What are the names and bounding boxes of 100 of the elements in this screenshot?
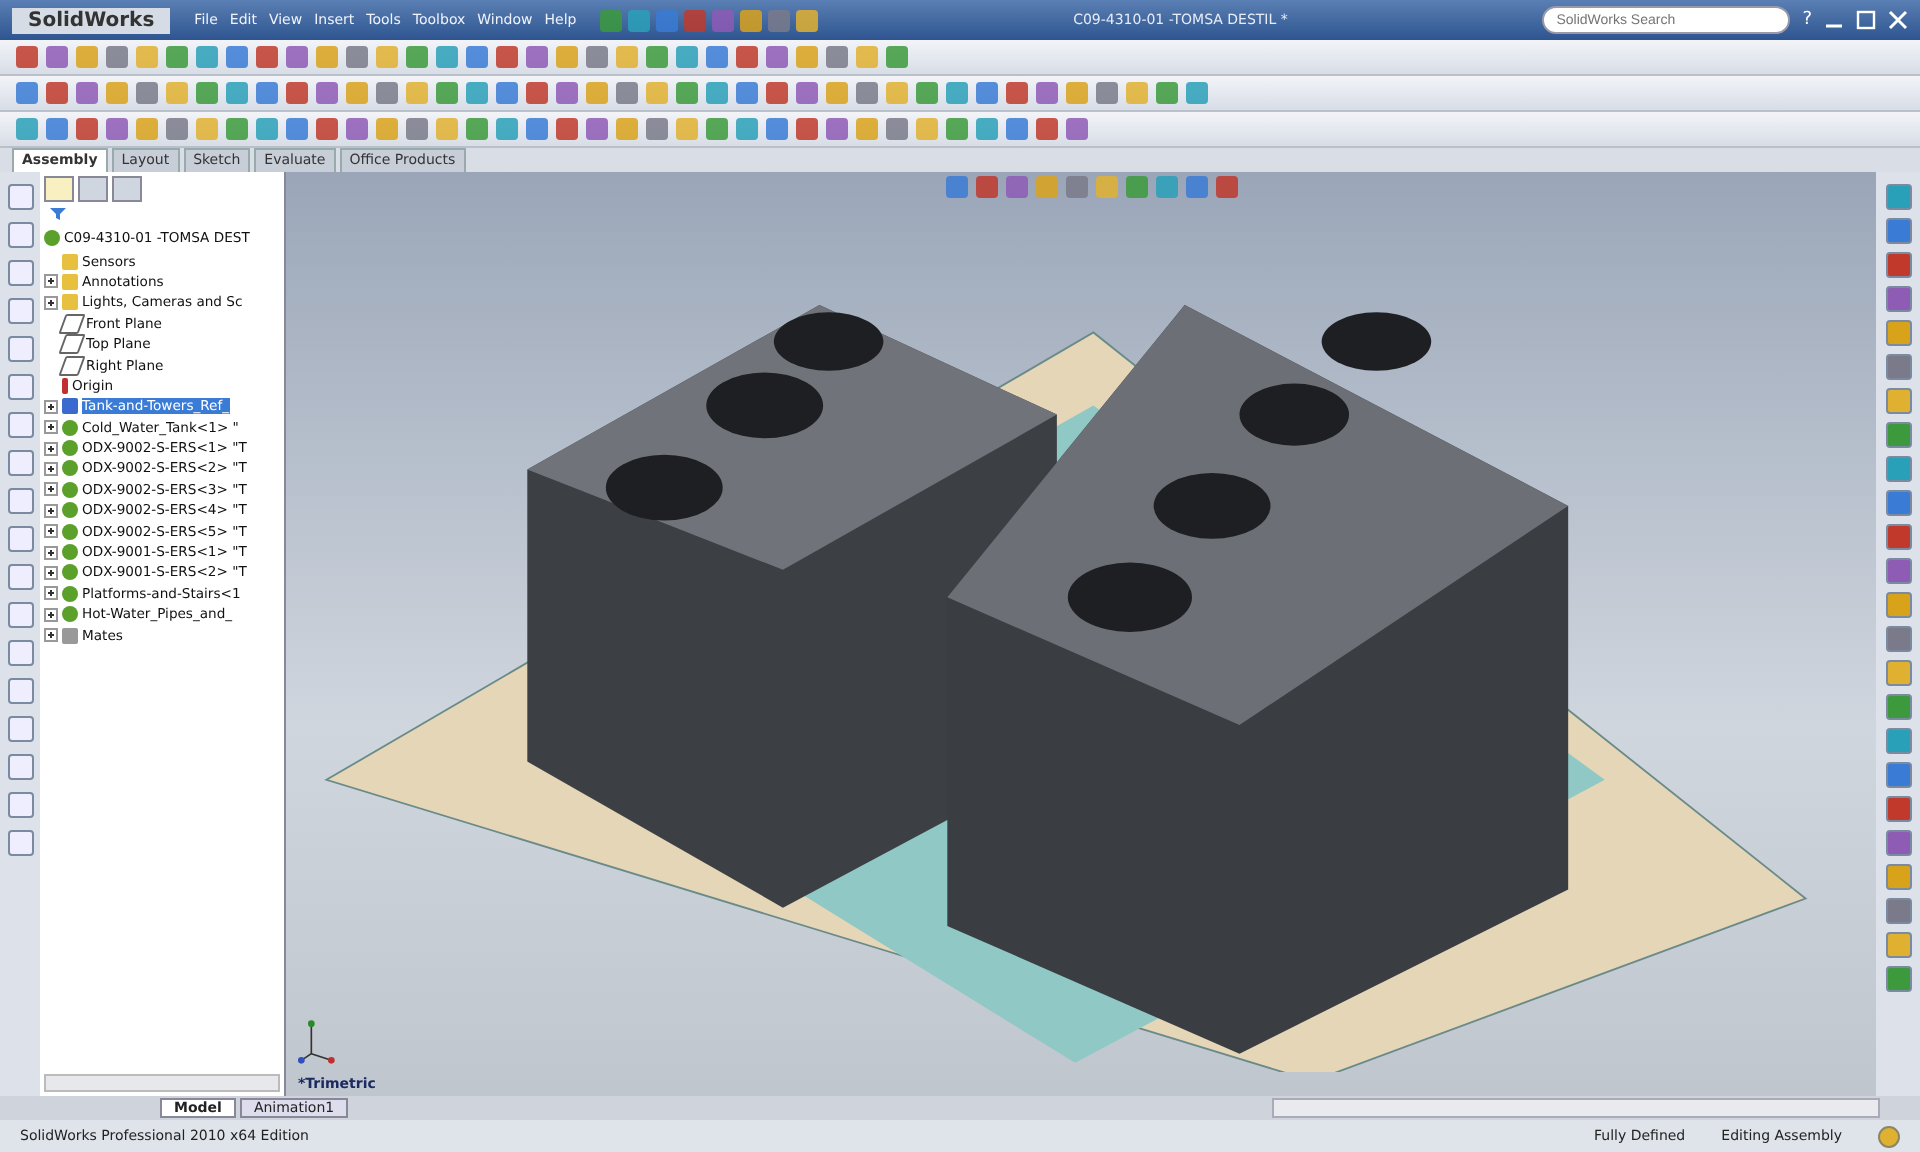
toolbar-icon[interactable] [616,118,638,140]
toolbar-icon[interactable] [46,118,68,140]
toolbar-icon[interactable] [856,46,878,68]
toolbar-icon[interactable] [916,82,938,104]
rebuild-icon[interactable] [1878,1125,1900,1147]
task-pane-icon[interactable] [1885,354,1911,380]
toolbar-icon[interactable] [106,118,128,140]
filter-icon[interactable] [48,206,72,222]
sketch-tool-icon[interactable] [7,260,33,286]
task-pane-icon[interactable] [1885,694,1911,720]
expand-icon[interactable] [44,524,58,539]
toolbar-icon[interactable] [256,46,278,68]
toolbar-icon[interactable] [526,82,548,104]
view-toolbar-icon[interactable] [1096,176,1118,198]
task-pane-icon[interactable] [1885,286,1911,312]
toolbar-icon[interactable] [766,46,788,68]
toolbar-icon[interactable] [676,46,698,68]
expand-icon[interactable] [44,586,58,601]
sketch-tool-icon[interactable] [7,716,33,742]
toolbar-icon[interactable] [466,118,488,140]
toolbar-icon[interactable] [768,9,791,31]
toolbar-icon[interactable] [1096,82,1118,104]
horizontal-scrollbar[interactable] [1272,1098,1880,1118]
toolbar-icon[interactable] [16,82,38,104]
task-pane-icon[interactable] [1885,626,1911,652]
task-pane-icon[interactable] [1885,184,1911,210]
sketch-tool-icon[interactable] [7,450,33,476]
toolbar-icon[interactable] [676,118,698,140]
view-toolbar-icon[interactable] [1186,176,1208,198]
toolbar-icon[interactable] [586,82,608,104]
toolbar-icon[interactable] [376,118,398,140]
toolbar-icon[interactable] [1156,82,1178,104]
help-button[interactable]: ? [1802,10,1812,30]
sketch-tool-icon[interactable] [7,526,33,552]
toolbar-icon[interactable] [76,46,98,68]
toolbar-icon[interactable] [466,46,488,68]
toolbar-icon[interactable] [46,82,68,104]
expand-icon[interactable] [44,274,58,289]
toolbar-icon[interactable] [136,46,158,68]
toolbar-icon[interactable] [766,118,788,140]
expand-icon[interactable] [44,461,58,476]
toolbar-icon[interactable] [976,82,998,104]
toolbar-icon[interactable] [436,82,458,104]
toolbar-icon[interactable] [1036,82,1058,104]
toolbar-icon[interactable] [376,82,398,104]
toolbar-icon[interactable] [616,82,638,104]
toolbar-icon[interactable] [136,82,158,104]
toolbar-icon[interactable] [586,118,608,140]
expand-icon[interactable] [44,628,58,643]
expand-icon[interactable] [44,420,58,435]
toolbar-icon[interactable] [526,46,548,68]
toolbar-icon[interactable] [226,46,248,68]
toolbar-icon[interactable] [646,118,668,140]
toolbar-icon[interactable] [256,82,278,104]
toolbar-icon[interactable] [196,118,218,140]
toolbar-icon[interactable] [740,9,763,31]
task-pane-icon[interactable] [1885,592,1911,618]
toolbar-icon[interactable] [1066,82,1088,104]
toolbar-icon[interactable] [1036,118,1058,140]
toolbar-icon[interactable] [796,118,818,140]
toolbar-icon[interactable] [946,118,968,140]
toolbar-icon[interactable] [796,82,818,104]
feature-tree-tab[interactable] [44,176,74,202]
sketch-tool-icon[interactable] [7,830,33,856]
expand-icon[interactable] [44,399,58,414]
toolbar-icon[interactable] [286,82,308,104]
sketch-tool-icon[interactable] [7,754,33,780]
toolbar-icon[interactable] [46,46,68,68]
toolbar-icon[interactable] [496,46,518,68]
toolbar-icon[interactable] [600,9,623,31]
expand-icon[interactable] [44,607,58,622]
toolbar-icon[interactable] [1126,82,1148,104]
toolbar-icon[interactable] [1006,118,1028,140]
view-toolbar-icon[interactable] [1036,176,1058,198]
toolbar-icon[interactable] [76,118,98,140]
task-pane-icon[interactable] [1885,388,1911,414]
toolbar-icon[interactable] [466,82,488,104]
toolbar-icon[interactable] [226,118,248,140]
horizontal-scrollbar[interactable] [44,1074,280,1092]
task-pane-icon[interactable] [1885,524,1911,550]
toolbar-icon[interactable] [76,82,98,104]
sketch-tool-icon[interactable] [7,564,33,590]
toolbar-icon[interactable] [1066,118,1088,140]
configuration-tab[interactable] [112,176,142,202]
task-pane-icon[interactable] [1885,864,1911,890]
toolbar-icon[interactable] [316,46,338,68]
toolbar-icon[interactable] [886,46,908,68]
sketch-tool-icon[interactable] [7,792,33,818]
sketch-tool-icon[interactable] [7,184,33,210]
expand-icon[interactable] [44,503,58,518]
expand-icon[interactable] [44,441,58,456]
toolbar-icon[interactable] [646,82,668,104]
toolbar-icon[interactable] [856,118,878,140]
view-toolbar-icon[interactable] [976,176,998,198]
toolbar-icon[interactable] [1186,82,1208,104]
toolbar-icon[interactable] [166,82,188,104]
view-toolbar-icon[interactable] [946,176,968,198]
task-pane-icon[interactable] [1885,558,1911,584]
toolbar-icon[interactable] [946,82,968,104]
toolbar-icon[interactable] [826,82,848,104]
